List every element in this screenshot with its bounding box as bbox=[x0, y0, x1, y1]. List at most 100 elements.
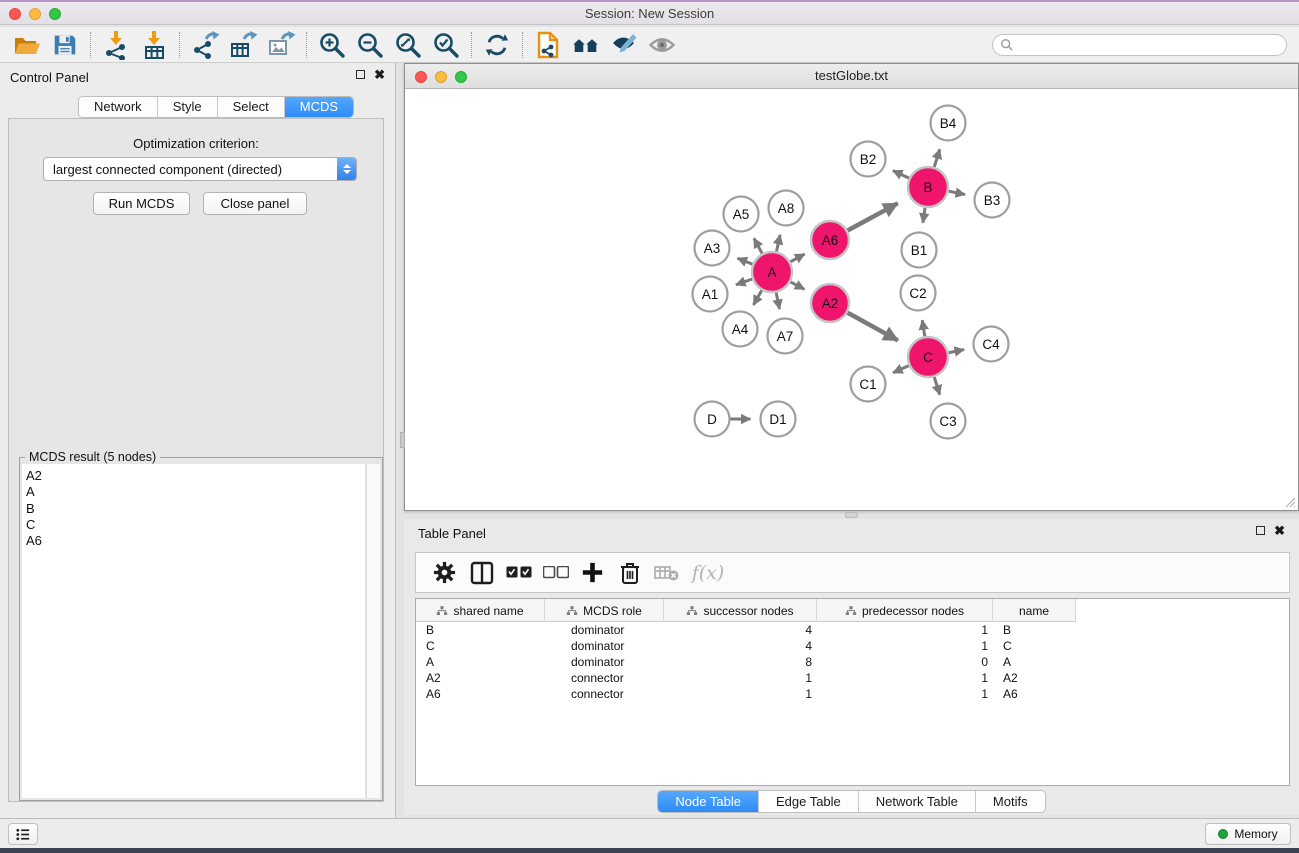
tab-motifs[interactable]: Motifs bbox=[976, 791, 1045, 812]
deselect-all-columns-icon[interactable] bbox=[537, 557, 574, 589]
tab-network-table[interactable]: Network Table bbox=[859, 791, 976, 812]
graph-node-label-B2: B2 bbox=[860, 152, 877, 167]
graph-node-label-C4: C4 bbox=[982, 337, 1000, 352]
float-panel-icon[interactable] bbox=[356, 70, 365, 79]
graph-edge-A-A4[interactable] bbox=[753, 290, 761, 305]
network-window-titlebar[interactable]: testGlobe.txt bbox=[405, 64, 1298, 89]
tab-select[interactable]: Select bbox=[218, 97, 285, 117]
column-header-filler bbox=[1076, 599, 1289, 622]
column-header-predecessor-nodes[interactable]: predecessor nodes bbox=[817, 599, 993, 622]
graph-edge-A-A6[interactable] bbox=[790, 254, 804, 262]
tab-node-table[interactable]: Node Table bbox=[658, 791, 759, 812]
first-neighbors-icon[interactable] bbox=[567, 29, 605, 61]
export-network-icon[interactable] bbox=[186, 29, 224, 61]
mcds-result-item[interactable]: B bbox=[26, 501, 365, 517]
refresh-icon[interactable] bbox=[478, 29, 516, 61]
split-panel-icon[interactable] bbox=[463, 557, 500, 589]
resize-grip-icon[interactable] bbox=[1283, 495, 1296, 508]
export-image-icon[interactable] bbox=[262, 29, 300, 61]
graph-edge-B-B3[interactable] bbox=[949, 191, 965, 194]
save-session-icon[interactable] bbox=[46, 29, 84, 61]
table-cell: dominator bbox=[545, 622, 664, 638]
tab-style[interactable]: Style bbox=[158, 97, 218, 117]
table-row[interactable]: A6connector11A6 bbox=[416, 686, 1289, 702]
zoom-selected-icon[interactable] bbox=[427, 29, 465, 61]
tab-network[interactable]: Network bbox=[79, 97, 158, 117]
settings-gear-icon[interactable] bbox=[426, 557, 463, 589]
search-input[interactable] bbox=[1014, 36, 1286, 54]
import-network-icon[interactable] bbox=[97, 29, 135, 61]
graph-edge-C-C1[interactable] bbox=[893, 366, 909, 373]
panel-splitter-handle[interactable] bbox=[400, 432, 405, 448]
zoom-in-icon[interactable] bbox=[313, 29, 351, 61]
memory-button[interactable]: Memory bbox=[1205, 823, 1291, 845]
close-table-panel-icon[interactable]: ✖ bbox=[1274, 526, 1285, 535]
network-canvas[interactable]: AA1A2A3A4A5A6A7A8BB1B2B3B4CC1C2C3C4DD1 bbox=[405, 90, 1298, 510]
graph-edge-A-A7[interactable] bbox=[776, 293, 779, 309]
graph-edge-A6-B[interactable] bbox=[848, 203, 898, 230]
open-session-icon[interactable] bbox=[8, 29, 46, 61]
tab-edge-table[interactable]: Edge Table bbox=[759, 791, 859, 812]
zoom-out-icon[interactable] bbox=[351, 29, 389, 61]
tab-mcds[interactable]: MCDS bbox=[285, 97, 353, 117]
function-builder-icon[interactable]: f(x) bbox=[685, 557, 731, 589]
dropdown-stepper-icon[interactable] bbox=[337, 158, 356, 180]
graph-edge-B-B1[interactable] bbox=[923, 208, 925, 223]
table-cell: 4 bbox=[664, 638, 817, 654]
mcds-result-item[interactable]: A2 bbox=[26, 468, 365, 484]
zoom-fit-icon[interactable] bbox=[389, 29, 427, 61]
export-table-icon[interactable] bbox=[224, 29, 262, 61]
mcds-result-item[interactable]: A6 bbox=[26, 533, 365, 549]
graph-edge-B-B2[interactable] bbox=[893, 171, 909, 178]
table-row[interactable]: Bdominator41B bbox=[416, 622, 1289, 638]
add-column-icon[interactable] bbox=[574, 557, 611, 589]
table-cell: A2 bbox=[993, 670, 1076, 686]
table-row[interactable]: Adominator80A bbox=[416, 654, 1289, 670]
mcds-result-list[interactable]: A2ABCA6 bbox=[22, 464, 366, 798]
float-table-panel-icon[interactable] bbox=[1256, 526, 1265, 535]
new-network-from-selection-icon[interactable] bbox=[529, 29, 567, 61]
graph-node-label-C: C bbox=[923, 350, 933, 365]
table-cell: A bbox=[416, 654, 545, 670]
column-header-name[interactable]: name bbox=[993, 599, 1076, 622]
graph-edge-C-C2[interactable] bbox=[922, 320, 925, 336]
node-table[interactable]: shared name MCDS role successor nodesprede… bbox=[415, 598, 1290, 786]
optimization-criterion-dropdown[interactable]: largest connected component (directed) bbox=[43, 157, 357, 181]
table-cell: dominator bbox=[545, 638, 664, 654]
delete-table-icon[interactable] bbox=[648, 557, 685, 589]
table-cell: 1 bbox=[817, 686, 993, 702]
graph-edge-A2-C[interactable] bbox=[848, 313, 898, 341]
mcds-result-item[interactable]: C bbox=[26, 517, 365, 533]
column-header-MCDS-role[interactable]: MCDS role bbox=[545, 599, 664, 622]
status-bar: Memory bbox=[0, 818, 1299, 848]
graph-edge-A-A8[interactable] bbox=[776, 235, 780, 252]
show-all-icon[interactable] bbox=[643, 29, 681, 61]
mcds-result-item[interactable]: A bbox=[26, 484, 365, 500]
close-panel-button[interactable]: Close panel bbox=[203, 192, 307, 215]
graph-edge-A-A5[interactable] bbox=[754, 238, 762, 253]
select-all-columns-icon[interactable] bbox=[500, 557, 537, 589]
close-panel-icon[interactable]: ✖ bbox=[374, 70, 385, 79]
column-header-successor-nodes[interactable]: successor nodes bbox=[664, 599, 817, 622]
result-scrollbar[interactable] bbox=[366, 464, 380, 798]
search-field[interactable] bbox=[992, 34, 1287, 56]
table-row[interactable]: Cdominator41C bbox=[416, 638, 1289, 654]
graph-edge-A-A1[interactable] bbox=[736, 279, 752, 285]
control-panel-tabs: NetworkStyleSelectMCDS bbox=[78, 96, 354, 118]
table-row[interactable]: A2connector11A2 bbox=[416, 670, 1289, 686]
delete-column-icon[interactable] bbox=[611, 557, 648, 589]
status-menu-button[interactable] bbox=[8, 823, 38, 845]
column-header-label: MCDS role bbox=[583, 604, 642, 618]
graph-edge-B-B4[interactable] bbox=[934, 149, 940, 167]
graph-edge-A-A3[interactable] bbox=[738, 258, 753, 264]
graph-edge-A-A2[interactable] bbox=[791, 282, 805, 289]
graph-edge-C-C4[interactable] bbox=[949, 350, 965, 353]
hide-selected-icon[interactable] bbox=[605, 29, 643, 61]
column-header-shared-name[interactable]: shared name bbox=[416, 599, 545, 622]
run-mcds-button[interactable]: Run MCDS bbox=[93, 192, 190, 215]
horizontal-splitter-handle[interactable] bbox=[845, 512, 858, 518]
import-table-icon[interactable] bbox=[135, 29, 173, 61]
table-cell: C bbox=[416, 638, 545, 654]
graph-edge-C-C3[interactable] bbox=[934, 377, 940, 395]
table-cell: connector bbox=[545, 686, 664, 702]
